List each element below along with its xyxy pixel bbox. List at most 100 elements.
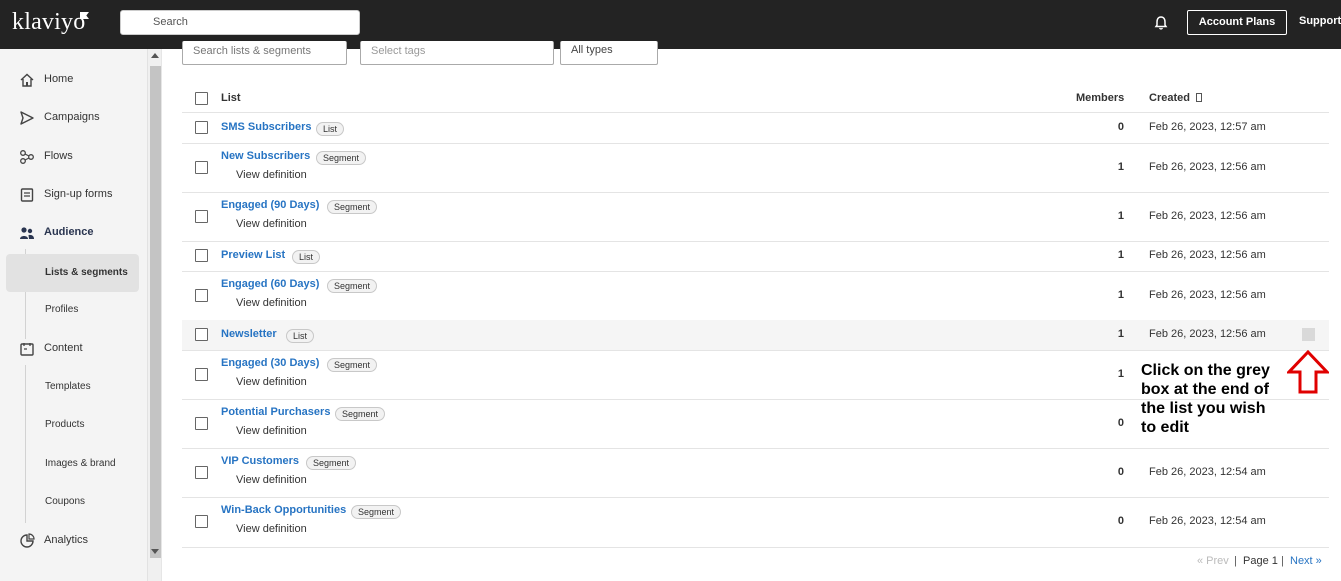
members-count: 0	[1117, 515, 1124, 527]
pager-separator: |	[1281, 555, 1284, 567]
members-count: 0	[1117, 416, 1124, 429]
list-name-link[interactable]: Potential Purchasers	[221, 406, 330, 418]
lists-search-input[interactable]: Search lists & segments	[182, 41, 347, 65]
list-name-link[interactable]: VIP Customers	[221, 455, 299, 467]
list-name-link[interactable]: Engaged (90 Days)	[221, 199, 319, 211]
row-checkbox[interactable]	[195, 209, 208, 223]
sidebar-item-label: Home	[44, 73, 74, 85]
klaviyo-logo[interactable]: klaviyo	[12, 9, 85, 36]
row-checkbox[interactable]	[195, 121, 208, 134]
pie-chart-icon	[20, 533, 35, 548]
column-header-members[interactable]: Members	[1076, 92, 1124, 104]
row-divider	[182, 241, 1329, 242]
view-definition-link[interactable]: View definition	[236, 297, 307, 309]
created-date: Feb 26, 2023, 12:56 am	[1149, 288, 1266, 301]
view-definition-link[interactable]: View definition	[236, 474, 307, 486]
sidebar-subitem-label: Images & brand	[45, 458, 116, 469]
type-badge: Segment	[327, 200, 378, 214]
members-count: 1	[1117, 328, 1124, 340]
type-badge: List	[292, 250, 321, 264]
sidebar-item-products[interactable]: Products	[0, 411, 147, 439]
sidebar-item-signup-forms[interactable]: Sign-up forms	[0, 180, 147, 210]
members-count: 1	[1117, 367, 1124, 380]
created-date: Feb 26, 2023, 12:57 am	[1149, 121, 1266, 133]
prev-page-link[interactable]: « Prev	[1197, 555, 1229, 567]
form-icon	[20, 188, 34, 202]
support-link[interactable]: Support	[1299, 15, 1341, 27]
sidebar-item-label: Analytics	[44, 534, 89, 546]
sort-icon[interactable]	[1196, 93, 1202, 102]
next-page-link[interactable]: Next »	[1290, 555, 1322, 567]
row-checkbox[interactable]	[195, 465, 208, 479]
list-name-link[interactable]: Win-Back Opportunities	[221, 504, 346, 516]
bell-icon[interactable]	[1153, 15, 1169, 31]
type-badge: List	[316, 122, 345, 136]
divider	[161, 49, 162, 581]
sidebar-subitem-label: Profiles	[45, 304, 79, 315]
view-definition-link[interactable]: View definition	[236, 218, 307, 230]
row-checkbox[interactable]	[195, 416, 208, 430]
sidebar-item-label: Flows	[44, 150, 73, 162]
sidebar-item-flows[interactable]: Flows	[0, 142, 147, 172]
pager-separator: |	[1234, 555, 1237, 567]
sidebar-item-lists-segments[interactable]: Lists & segments	[6, 254, 139, 292]
members-count: 0	[1117, 465, 1124, 478]
list-name-link[interactable]: SMS Subscribers	[221, 121, 311, 133]
row-divider	[182, 143, 1329, 144]
row-checkbox[interactable]	[195, 249, 208, 262]
tags-select[interactable]: Select tags	[360, 41, 554, 65]
type-badge: Segment	[327, 279, 378, 293]
row-checkbox[interactable]	[195, 328, 208, 341]
row-divider	[182, 547, 1329, 548]
list-name-link[interactable]: Newsletter	[221, 328, 277, 340]
sidebar-subitem-label: Lists & segments	[45, 267, 128, 278]
current-page: Page 1	[1243, 555, 1278, 567]
sidebar-item-campaigns[interactable]: Campaigns	[0, 103, 147, 133]
people-icon	[20, 227, 34, 239]
sidebar-item-images-brand[interactable]: Images & brand	[0, 450, 147, 478]
account-plans-button[interactable]: Account Plans	[1187, 10, 1287, 35]
instruction-callout: Click on the grey box at the end of the …	[1141, 362, 1270, 436]
sidebar-item-label: Content	[44, 342, 83, 354]
select-all-checkbox[interactable]	[195, 92, 208, 105]
view-definition-link[interactable]: View definition	[236, 425, 307, 437]
sidebar-item-label: Audience	[44, 226, 94, 238]
sidebar-item-label: Sign-up forms	[44, 188, 113, 200]
sidebar-item-home[interactable]: Home	[0, 65, 147, 95]
row-options-box[interactable]	[1302, 328, 1315, 341]
created-date: Feb 26, 2023, 12:54 am	[1149, 465, 1266, 478]
types-select[interactable]: All types	[560, 41, 658, 65]
created-date: Feb 26, 2023, 12:54 am	[1149, 515, 1266, 527]
row-divider	[182, 112, 1329, 113]
sidebar-item-audience[interactable]: Audience	[0, 218, 147, 248]
row-divider	[182, 448, 1329, 449]
row-checkbox[interactable]	[195, 288, 208, 302]
sidebar-item-content[interactable]: Content	[0, 334, 147, 364]
list-name-link[interactable]: Engaged (30 Days)	[221, 357, 319, 369]
global-search-input[interactable]: Search	[120, 10, 360, 35]
sidebar-scrollbar[interactable]	[147, 49, 161, 581]
list-name-link[interactable]: Preview List	[221, 249, 285, 261]
flows-icon	[20, 150, 34, 164]
scroll-up-arrow-icon[interactable]	[151, 53, 159, 58]
sidebar-item-profiles[interactable]: Profiles	[0, 296, 147, 324]
scrollbar-thumb[interactable]	[150, 66, 161, 558]
sidebar-item-templates[interactable]: Templates	[0, 373, 147, 401]
row-checkbox[interactable]	[195, 515, 208, 528]
list-name-link[interactable]: New Subscribers	[221, 150, 310, 162]
logo-flag-icon	[80, 12, 89, 19]
view-definition-link[interactable]: View definition	[236, 523, 307, 535]
sidebar: Home Campaigns Flows Sign-up forms Audie…	[0, 49, 147, 581]
list-name-link[interactable]: Engaged (60 Days)	[221, 278, 319, 290]
view-definition-link[interactable]: View definition	[236, 169, 307, 181]
type-badge: List	[286, 329, 315, 343]
up-arrow-icon	[1287, 350, 1329, 394]
column-header-created[interactable]: Created	[1149, 92, 1190, 104]
row-checkbox[interactable]	[195, 367, 208, 381]
view-definition-link[interactable]: View definition	[236, 376, 307, 388]
row-checkbox[interactable]	[195, 160, 208, 174]
sidebar-item-analytics[interactable]: Analytics	[0, 526, 147, 556]
sidebar-subitem-label: Coupons	[45, 496, 86, 507]
scroll-down-arrow-icon[interactable]	[151, 549, 159, 554]
sidebar-item-coupons[interactable]: Coupons	[0, 488, 147, 516]
